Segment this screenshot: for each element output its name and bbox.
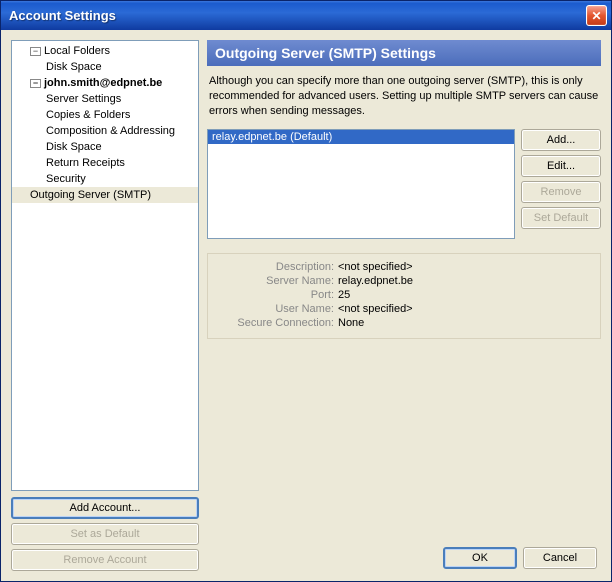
set-default-button: Set as Default <box>11 523 199 545</box>
remove-server-button: Remove <box>521 181 601 203</box>
tree-disk-space[interactable]: Disk Space <box>12 59 198 75</box>
smtp-server-list[interactable]: relay.edpnet.be (Default) <box>207 129 515 239</box>
detail-key: Secure Connection: <box>216 316 336 330</box>
detail-row: Port: 25 <box>216 288 592 302</box>
right-column: Outgoing Server (SMTP) Settings Although… <box>207 40 601 571</box>
tree-label: Security <box>46 173 86 185</box>
edit-server-button[interactable]: Edit... <box>521 155 601 177</box>
tree-label: Disk Space <box>46 61 102 73</box>
tree-return-receipts[interactable]: Return Receipts <box>12 155 198 171</box>
detail-value: None <box>336 316 592 330</box>
detail-key: Port: <box>216 288 336 302</box>
panel-description: Although you can specify more than one o… <box>207 74 601 119</box>
detail-value: 25 <box>336 288 592 302</box>
detail-key: Server Name: <box>216 274 336 288</box>
tree-label: Local Folders <box>44 45 110 57</box>
server-row: relay.edpnet.be (Default) Add... Edit...… <box>207 129 601 239</box>
tree-label: Disk Space <box>46 141 102 153</box>
title-bar: Account Settings ✕ <box>1 1 611 30</box>
add-server-button[interactable]: Add... <box>521 129 601 151</box>
tree-label: john.smith@edpnet.be <box>44 77 162 89</box>
left-buttons: Add Account... Set as Default Remove Acc… <box>11 497 199 571</box>
close-icon[interactable]: ✕ <box>586 5 607 26</box>
content-area: − Local Folders Disk Space − john.smith@… <box>1 30 611 581</box>
detail-row: Server Name: relay.edpnet.be <box>216 274 592 288</box>
detail-key: User Name: <box>216 302 336 316</box>
left-column: − Local Folders Disk Space − john.smith@… <box>11 40 199 571</box>
server-buttons: Add... Edit... Remove Set Default <box>521 129 601 239</box>
tree-label: Copies & Folders <box>46 109 130 121</box>
cancel-button[interactable]: Cancel <box>523 547 597 569</box>
collapse-icon[interactable]: − <box>30 79 41 88</box>
detail-row: Secure Connection: None <box>216 316 592 330</box>
window-title: Account Settings <box>9 8 586 23</box>
dialog-buttons: OK Cancel <box>443 547 597 569</box>
detail-value: relay.edpnet.be <box>336 274 592 288</box>
set-default-server-button: Set Default <box>521 207 601 229</box>
detail-row: Description: <not specified> <box>216 260 592 274</box>
tree-label: Composition & Addressing <box>46 125 175 137</box>
tree-comp-addr[interactable]: Composition & Addressing <box>12 123 198 139</box>
account-tree[interactable]: − Local Folders Disk Space − john.smith@… <box>11 40 199 491</box>
detail-key: Description: <box>216 260 336 274</box>
remove-account-button: Remove Account <box>11 549 199 571</box>
tree-local-folders[interactable]: − Local Folders <box>12 43 198 59</box>
tree-security[interactable]: Security <box>12 171 198 187</box>
collapse-icon[interactable]: − <box>30 47 41 56</box>
detail-value: <not specified> <box>336 302 592 316</box>
ok-button[interactable]: OK <box>443 547 517 569</box>
tree-label: Outgoing Server (SMTP) <box>30 189 151 201</box>
tree-label: Return Receipts <box>46 157 125 169</box>
tree-account[interactable]: − john.smith@edpnet.be <box>12 75 198 91</box>
detail-value: <not specified> <box>336 260 592 274</box>
tree-server-settings[interactable]: Server Settings <box>12 91 198 107</box>
tree-label: Server Settings <box>46 93 121 105</box>
detail-row: User Name: <not specified> <box>216 302 592 316</box>
server-details: Description: <not specified> Server Name… <box>207 253 601 339</box>
tree-disk-space-2[interactable]: Disk Space <box>12 139 198 155</box>
add-account-button[interactable]: Add Account... <box>11 497 199 519</box>
tree-smtp[interactable]: Outgoing Server (SMTP) <box>12 187 198 203</box>
panel-heading: Outgoing Server (SMTP) Settings <box>207 40 601 66</box>
smtp-server-item[interactable]: relay.edpnet.be (Default) <box>208 130 514 144</box>
tree-copies-folders[interactable]: Copies & Folders <box>12 107 198 123</box>
